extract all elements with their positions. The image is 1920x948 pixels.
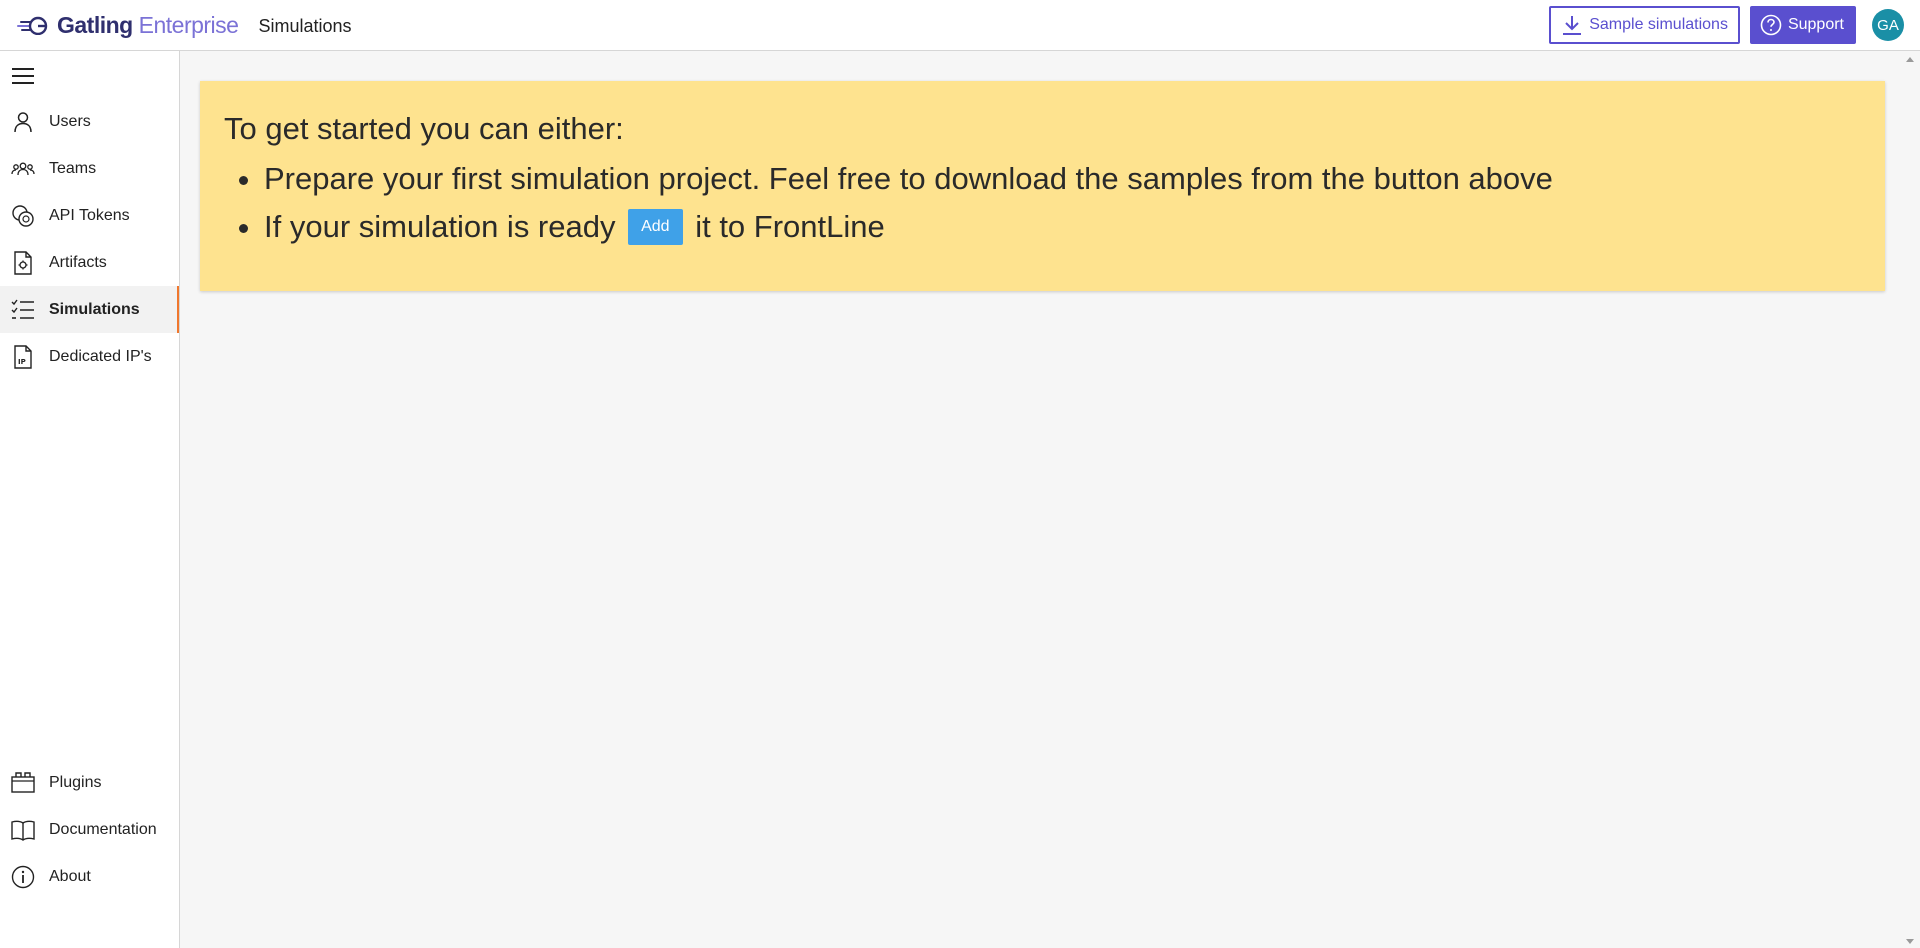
sidebar: Users Teams API Tokens Artifacts Simulat… [0, 51, 180, 948]
sidebar-item-users[interactable]: Users [0, 98, 179, 145]
page-title: Simulations [258, 15, 352, 36]
sidebar-item-label: Dedicated IP's [49, 347, 152, 365]
getting-started-banner: To get started you can either: Prepare y… [200, 81, 1885, 291]
banner-item-text: Prepare your first simulation project. F… [264, 161, 1553, 196]
sidebar-item-label: Simulations [49, 300, 140, 318]
sidebar-item-label: About [49, 867, 91, 885]
svg-text:IP: IP [18, 358, 26, 366]
scroll-down-arrow-icon[interactable] [1906, 939, 1914, 944]
logo-text: Gatling Enterprise [57, 11, 239, 38]
sidebar-item-api-tokens[interactable]: API Tokens [0, 192, 179, 239]
hamburger-menu-icon[interactable] [11, 64, 35, 88]
ip-document-icon: IP [11, 344, 35, 369]
banner-item-text-after: it to FrontLine [695, 209, 885, 244]
page-scrollbar[interactable] [1900, 51, 1920, 948]
banner-item-text-before: If your simulation is ready [264, 209, 616, 244]
main-content: To get started you can either: Prepare y… [180, 51, 1900, 948]
sidebar-item-artifacts[interactable]: Artifacts [0, 239, 179, 286]
sidebar-item-label: Users [49, 112, 91, 130]
list-item: If your simulation is ready Add it to Fr… [264, 203, 1861, 251]
banner-list: Prepare your first simulation project. F… [224, 155, 1861, 251]
sidebar-item-label: Documentation [49, 820, 157, 838]
sample-simulations-button[interactable]: Sample simulations [1549, 6, 1740, 44]
info-icon [11, 865, 35, 889]
sidebar-item-plugins[interactable]: Plugins [0, 759, 179, 806]
book-icon [11, 818, 35, 842]
top-header: Gatling Enterprise Simulations Sample si… [0, 0, 1920, 51]
token-icon [11, 204, 35, 228]
download-icon [1563, 16, 1582, 35]
plugin-icon [11, 771, 35, 795]
gatling-logo-icon [17, 16, 48, 35]
sidebar-item-about[interactable]: About [0, 853, 179, 900]
list-item: Prepare your first simulation project. F… [264, 155, 1861, 203]
add-simulation-button[interactable]: Add [628, 208, 683, 245]
sidebar-item-documentation[interactable]: Documentation [0, 806, 179, 853]
sidebar-item-label: Teams [49, 159, 97, 177]
sidebar-item-label: Plugins [49, 773, 102, 791]
support-button[interactable]: Support [1749, 6, 1856, 44]
user-avatar[interactable]: GA [1872, 9, 1904, 41]
artifact-icon [11, 250, 35, 275]
user-icon [11, 110, 35, 134]
help-circle-icon [1760, 14, 1782, 36]
team-icon [11, 157, 35, 181]
list-check-icon [11, 298, 35, 322]
sidebar-item-teams[interactable]: Teams [0, 145, 179, 192]
support-label: Support [1787, 16, 1844, 33]
sidebar-item-dedicated-ips[interactable]: IP Dedicated IP's [0, 333, 179, 380]
sidebar-item-label: API Tokens [49, 206, 130, 224]
sidebar-item-simulations[interactable]: Simulations [0, 286, 179, 333]
banner-heading: To get started you can either: [224, 111, 624, 146]
gatling-logo[interactable]: Gatling Enterprise [17, 11, 239, 39]
sample-simulations-label: Sample simulations [1589, 16, 1728, 33]
scroll-up-arrow-icon[interactable] [1906, 57, 1914, 62]
sidebar-item-label: Artifacts [49, 253, 107, 271]
